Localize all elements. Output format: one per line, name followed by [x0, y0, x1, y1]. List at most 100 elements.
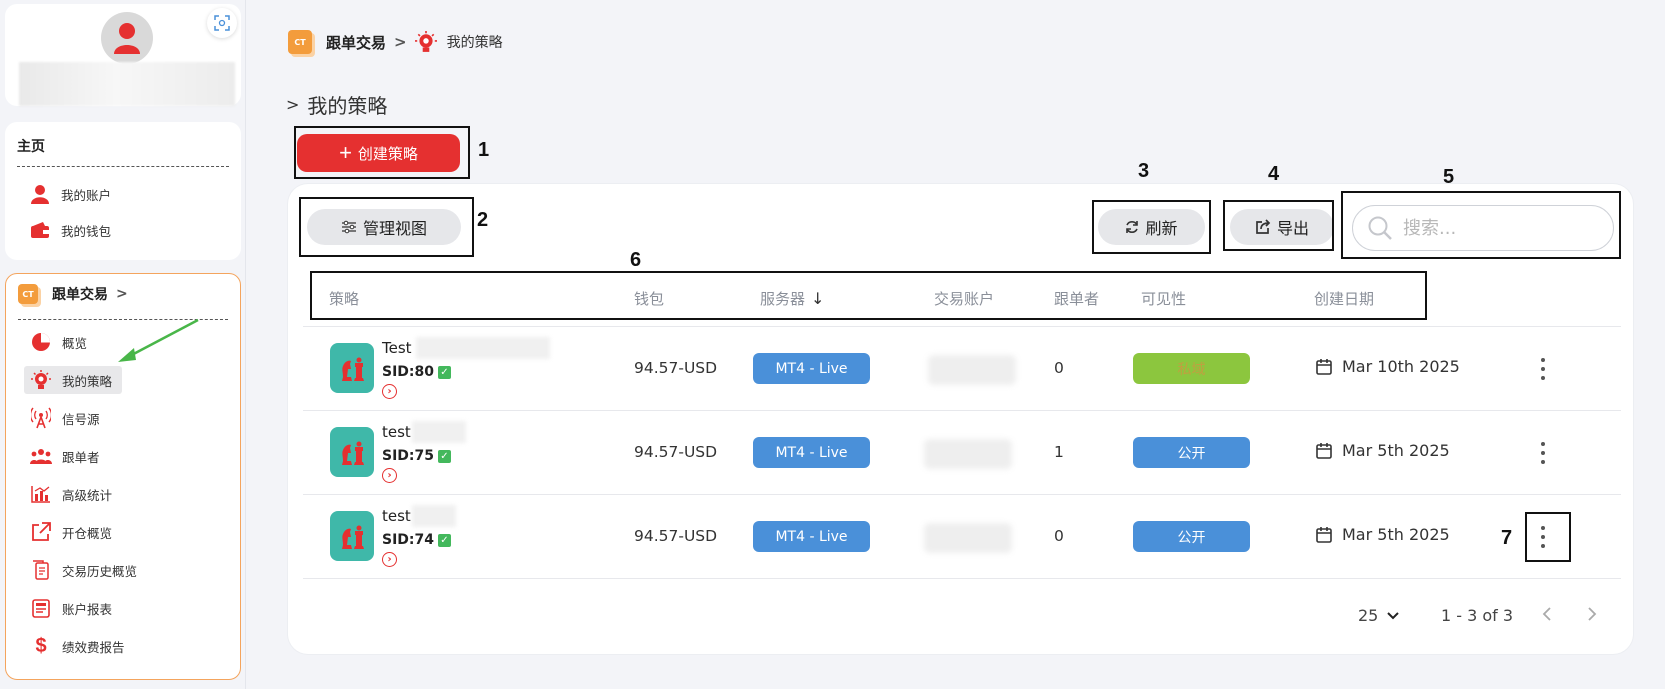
- sidebar-item-signal-source[interactable]: 信号源: [30, 404, 100, 432]
- sort-down-arrow-icon: ↓: [811, 289, 825, 308]
- signal-tower-icon: [30, 407, 52, 429]
- sidebar-item-performance-fee[interactable]: $ 绩效费报告: [30, 632, 125, 660]
- plus-icon: +: [339, 140, 352, 165]
- blurred-trading-account: [928, 355, 1016, 385]
- chevron-circle-right-icon[interactable]: ›: [382, 384, 397, 399]
- row-actions-more-icon[interactable]: [1536, 526, 1550, 548]
- created-date: Mar 10th 2025: [1316, 357, 1460, 376]
- create-strategy-button[interactable]: + 创建策略: [297, 134, 460, 172]
- report-icon: [30, 597, 52, 619]
- page-title-text: 我的策略: [307, 94, 388, 118]
- chess-strategy-icon: [330, 343, 374, 393]
- verified-check-icon: ✓: [438, 449, 451, 463]
- column-header-wallet[interactable]: 钱包: [634, 288, 664, 309]
- column-header-server[interactable]: 服务器 ↓: [760, 288, 824, 309]
- strategy-sid: SID:75 ✓: [382, 448, 451, 464]
- created-date: Mar 5th 2025: [1316, 441, 1450, 460]
- chevron-left-icon: [1542, 607, 1551, 621]
- create-strategy-label: 创建策略: [357, 145, 418, 163]
- server-badge: MT4 - Live: [753, 353, 870, 384]
- chevron-circle-right-icon[interactable]: ›: [382, 552, 397, 567]
- user-icon: [29, 183, 51, 205]
- pie-chart-icon: [30, 331, 52, 353]
- face-scan-button[interactable]: [207, 8, 237, 38]
- sid-text: SID:74: [382, 532, 434, 548]
- breadcrumb-root-link[interactable]: 跟单交易: [326, 32, 386, 53]
- column-header-trading-account[interactable]: 交易账户: [934, 288, 994, 309]
- group-icon: [30, 445, 52, 467]
- sidebar-item-overview[interactable]: 概览: [30, 328, 87, 356]
- wallet-value: 94.57-USD: [634, 443, 718, 461]
- refresh-label: 刷新: [1145, 219, 1178, 238]
- chess-strategy-icon: [330, 511, 374, 561]
- page-size-select[interactable]: 25: [1358, 606, 1400, 625]
- sidebar-item-my-account[interactable]: 我的账户: [29, 180, 111, 208]
- blurred-strategy-suffix: [412, 505, 456, 527]
- sidebar-item-label: 概览: [62, 335, 88, 351]
- lightbulb-icon: [30, 369, 52, 391]
- wallet-value: 94.57-USD: [634, 527, 718, 545]
- sid-text: SID:80: [382, 364, 434, 380]
- sid-text: SID:75: [382, 448, 434, 464]
- sidebar-item-my-strategies[interactable]: 我的策略: [24, 366, 123, 394]
- manage-view-button[interactable]: 管理视图: [307, 209, 461, 245]
- strategies-panel: [288, 184, 1633, 654]
- sidebar-item-open-positions[interactable]: 开仓概览: [30, 518, 112, 546]
- export-button[interactable]: 导出: [1230, 209, 1334, 245]
- column-header-label: 服务器: [760, 290, 806, 308]
- sidebar-item-trade-history[interactable]: 交易历史概览: [30, 556, 137, 584]
- strategy-sid: SID:74 ✓: [382, 532, 451, 548]
- annotation-label-2: 2: [477, 209, 489, 231]
- row-actions-more-icon[interactable]: [1536, 442, 1550, 464]
- created-date-text: Mar 10th 2025: [1342, 357, 1460, 376]
- created-date-text: Mar 5th 2025: [1342, 441, 1450, 460]
- chevron-right-icon: >: [116, 286, 128, 302]
- column-header-strategy[interactable]: 策略: [329, 288, 359, 309]
- followers-count: 0: [1054, 527, 1064, 545]
- external-link-icon: [30, 521, 52, 543]
- blurred-strategy-suffix: [416, 337, 550, 359]
- annotation-arrow-icon: [118, 318, 199, 362]
- annotation-label-3: 3: [1138, 160, 1150, 182]
- strategy-name[interactable]: Test: [382, 339, 412, 357]
- pagination-range: 1 - 3 of 3: [1441, 606, 1514, 625]
- table-divider: [303, 578, 1621, 579]
- table-divider: [303, 494, 1621, 495]
- sidebar-item-followers[interactable]: 跟单者: [30, 442, 100, 470]
- profile-card: [5, 4, 241, 106]
- search-input[interactable]: [1403, 217, 1583, 239]
- wallet-icon: [29, 219, 51, 241]
- sidebar-item-advanced-stats[interactable]: 高级统计: [30, 480, 112, 508]
- annotation-label-1: 1: [478, 139, 490, 161]
- sidebar-item-label: 绩效费报告: [62, 639, 125, 655]
- ct-logo-icon: CT: [288, 30, 312, 54]
- created-date: Mar 5th 2025: [1316, 525, 1450, 544]
- previous-page-button[interactable]: [1542, 606, 1552, 622]
- chevron-down-icon: [1387, 611, 1400, 619]
- column-header-created-date[interactable]: 创建日期: [1314, 288, 1374, 309]
- column-header-followers[interactable]: 跟单者: [1054, 288, 1099, 309]
- chevron-circle-right-icon[interactable]: ›: [382, 468, 397, 483]
- blurred-strategy-suffix: [412, 421, 466, 443]
- refresh-button[interactable]: 刷新: [1098, 209, 1205, 245]
- copy-trading-header[interactable]: CT 跟单交易 >: [18, 284, 128, 304]
- sidebar-item-account-report[interactable]: 账户报表: [30, 594, 112, 622]
- visibility-badge: 公开: [1133, 521, 1250, 552]
- visibility-badge: 私域: [1133, 353, 1250, 384]
- row-actions-more-icon[interactable]: [1536, 358, 1550, 380]
- annotation-label-7: 7: [1501, 527, 1513, 549]
- blurred-username: [19, 62, 235, 106]
- strategy-name[interactable]: test: [382, 507, 411, 525]
- next-page-button[interactable]: [1587, 606, 1597, 622]
- strategy-name[interactable]: test: [382, 423, 411, 441]
- followers-count: 1: [1054, 443, 1064, 461]
- column-header-visibility[interactable]: 可见性: [1141, 288, 1186, 309]
- table-divider: [303, 326, 1621, 327]
- divider: [17, 166, 229, 167]
- sidebar-item-my-wallet[interactable]: 我的钱包: [29, 216, 111, 244]
- sidebar-item-label: 信号源: [62, 411, 100, 427]
- verified-check-icon: ✓: [438, 365, 451, 379]
- avatar[interactable]: [101, 12, 153, 64]
- search-box[interactable]: [1352, 205, 1614, 251]
- blurred-trading-account: [924, 523, 1012, 553]
